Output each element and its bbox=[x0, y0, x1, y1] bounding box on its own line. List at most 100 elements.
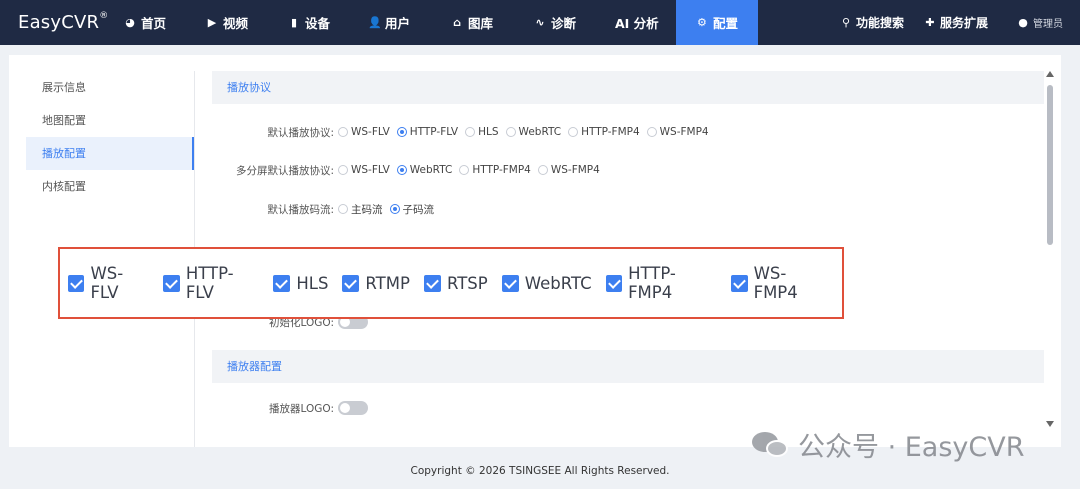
radio-hls[interactable]: HLS bbox=[465, 126, 499, 138]
radio-label: WS-FLV bbox=[351, 126, 390, 138]
service-extension-label: 服务扩展 bbox=[940, 16, 989, 30]
wechat-icon bbox=[752, 430, 790, 460]
user-icon: 👤 bbox=[368, 15, 382, 29]
pulse-icon: ∿ bbox=[535, 15, 545, 29]
radio-http-flv[interactable]: HTTP-FLV bbox=[396, 126, 459, 138]
default-protocol-label: 默认播放协议: bbox=[267, 126, 334, 139]
radio-main-stream[interactable]: 主码流 bbox=[338, 202, 383, 217]
radio-label: 主码流 bbox=[351, 203, 383, 216]
nav-item-label: 视频 bbox=[223, 16, 249, 31]
puzzle-icon: ✚ bbox=[925, 15, 935, 29]
scroll-down-arrow-icon[interactable] bbox=[1046, 421, 1054, 427]
sidebar-item-kernel-config[interactable]: 内核配置 bbox=[26, 170, 194, 203]
default-stream-row: 默认播放码流: 主码流 子码流 bbox=[212, 199, 1044, 219]
checkbox-rtmp[interactable]: RTMP bbox=[342, 274, 410, 293]
radio-ws-flv[interactable]: WS-FLV bbox=[338, 164, 390, 176]
scroll-up-arrow-icon[interactable] bbox=[1046, 71, 1054, 77]
nav-item-video[interactable]: ▶ 视频 bbox=[206, 0, 248, 45]
nav-item-gallery[interactable]: ⌂ 图库 bbox=[451, 0, 493, 45]
checkbox-label: WebRTC bbox=[524, 273, 592, 293]
player-logo-toggle[interactable] bbox=[338, 401, 368, 415]
radio-ws-flv[interactable]: WS-FLV bbox=[338, 126, 390, 138]
nav-item-label: 用户 bbox=[385, 16, 411, 31]
radio-http-fmp4[interactable]: HTTP-FMP4 bbox=[568, 126, 640, 138]
config-sidebar: 展示信息 地图配置 播放配置 内核配置 bbox=[26, 71, 194, 203]
function-search-label: 功能搜索 bbox=[856, 16, 905, 30]
app-logo-text: EasyCVR bbox=[18, 12, 100, 33]
radio-label: HTTP-FMP4 bbox=[581, 126, 640, 138]
checkbox-checked-icon bbox=[731, 274, 748, 292]
multi-screen-protocol-label: 多分屏默认播放协议: bbox=[235, 164, 334, 177]
radio-sub-stream[interactable]: 子码流 bbox=[389, 202, 435, 217]
sidebar-item-display-info[interactable]: 展示信息 bbox=[26, 71, 194, 104]
radio-http-fmp4[interactable]: HTTP-FMP4 bbox=[459, 164, 531, 176]
checkbox-checked-icon bbox=[68, 274, 85, 292]
radio-circle bbox=[459, 165, 470, 175]
radio-circle bbox=[646, 127, 657, 137]
app-logo[interactable]: EasyCVR® bbox=[18, 11, 108, 33]
service-extension-button[interactable]: ✚ 服务扩展 bbox=[924, 0, 988, 45]
player-logo-row: 播放器LOGO: bbox=[212, 398, 1044, 418]
checkbox-label: HTTP-FMP4 bbox=[628, 264, 676, 302]
protocol-checkbox-callout: WS-FLV HTTP-FLV HLS RTMP RTSP WebRTC HTT… bbox=[58, 247, 844, 319]
checkbox-checked-icon bbox=[342, 274, 360, 292]
radio-webrtc[interactable]: WebRTC bbox=[505, 126, 562, 138]
dashboard-icon: ◕ bbox=[125, 15, 135, 29]
checkbox-checked-icon bbox=[605, 274, 623, 292]
user-menu[interactable]: ● 管理员 bbox=[1017, 0, 1063, 45]
nav-item-label: 配置 bbox=[712, 16, 738, 31]
player-logo-label: 播放器LOGO: bbox=[269, 402, 334, 415]
radio-circle bbox=[568, 127, 579, 137]
checkbox-http-fmp4[interactable]: HTTP-FMP4 bbox=[605, 264, 718, 302]
radio-circle bbox=[505, 127, 516, 137]
radio-ws-fmp4[interactable]: WS-FMP4 bbox=[537, 164, 600, 176]
radio-ws-fmp4[interactable]: WS-FMP4 bbox=[646, 126, 709, 138]
nav-item-home[interactable]: ◕ 首页 bbox=[124, 0, 166, 45]
checkbox-ws-flv[interactable]: WS-FLV bbox=[68, 264, 149, 302]
radio-label: WS-FMP4 bbox=[659, 126, 709, 138]
function-search-button[interactable]: ⚲ 功能搜索 bbox=[840, 0, 904, 45]
multi-screen-protocol-row: 多分屏默认播放协议: WS-FLV WebRTC HTTP-FMP4 WS-FM… bbox=[212, 160, 1044, 180]
checkbox-rtsp[interactable]: RTSP bbox=[423, 273, 488, 293]
radio-label: HTTP-FLV bbox=[409, 126, 459, 138]
checkbox-label: HLS bbox=[296, 273, 329, 293]
checkbox-ws-fmp4[interactable]: WS-FMP4 bbox=[731, 264, 828, 302]
nav-item-label: 图库 bbox=[468, 16, 494, 31]
nav-item-label: 首页 bbox=[141, 16, 167, 31]
nav-item-user[interactable]: 👤 用户 bbox=[368, 0, 410, 45]
nav-item-config[interactable]: ⚙ 配置 bbox=[676, 0, 758, 45]
content-scrollbar[interactable] bbox=[1046, 71, 1054, 431]
checkbox-label: RTMP bbox=[365, 273, 410, 293]
nav-item-diagnose[interactable]: ∿ 诊断 bbox=[534, 0, 576, 45]
checkbox-checked-icon bbox=[501, 274, 519, 292]
device-icon: ▮ bbox=[290, 15, 298, 29]
checkbox-http-flv[interactable]: HTTP-FLV bbox=[163, 264, 259, 302]
nav-item-device[interactable]: ▮ 设备 bbox=[288, 0, 330, 45]
user-name: 管理员 bbox=[1033, 19, 1063, 30]
radio-label: WS-FLV bbox=[351, 164, 390, 176]
radio-label: 子码流 bbox=[402, 203, 435, 216]
default-stream-label: 默认播放码流: bbox=[267, 203, 334, 216]
checkbox-hls[interactable]: HLS bbox=[273, 274, 328, 293]
nav-item-label: 诊断 bbox=[551, 16, 577, 31]
checkbox-label: RTSP bbox=[446, 273, 488, 293]
nav-item-label: 设备 bbox=[305, 16, 331, 31]
radio-circle bbox=[338, 127, 348, 137]
checkbox-webrtc[interactable]: WebRTC bbox=[501, 273, 592, 293]
sidebar-item-play-config[interactable]: 播放配置 bbox=[26, 137, 194, 170]
radio-label: HTTP-FMP4 bbox=[472, 164, 531, 176]
sidebar-item-map-config[interactable]: 地图配置 bbox=[26, 104, 194, 137]
radio-circle-selected bbox=[396, 165, 407, 175]
radio-label: WebRTC bbox=[518, 126, 562, 138]
radio-circle bbox=[338, 165, 348, 175]
section-header-play-protocol: 播放协议 bbox=[212, 71, 1044, 104]
scroll-thumb[interactable] bbox=[1047, 85, 1053, 245]
checkbox-checked-icon bbox=[273, 274, 291, 292]
checkbox-checked-icon bbox=[423, 274, 441, 292]
section-header-player-config: 播放器配置 bbox=[212, 350, 1044, 383]
nav-item-ai[interactable]: AI 分析 bbox=[615, 0, 659, 45]
checkbox-label: WS-FLV bbox=[90, 264, 124, 302]
nav-item-label: AI 分析 bbox=[615, 16, 659, 31]
search-icon: ⚲ bbox=[841, 15, 851, 29]
radio-webrtc[interactable]: WebRTC bbox=[396, 164, 452, 176]
